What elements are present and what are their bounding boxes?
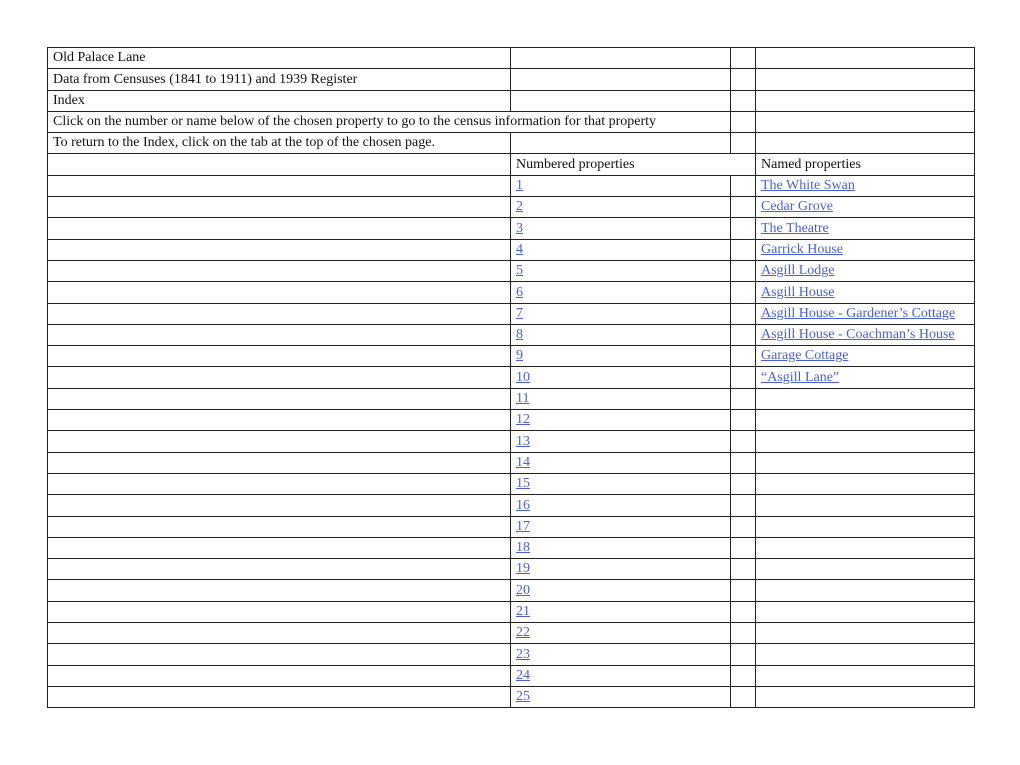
title-row: Old Palace Lane [47, 46, 975, 70]
numbered-properties-header: Numbered properties [510, 153, 756, 176]
numbered-property-link[interactable]: 10 [516, 370, 530, 385]
numbered-property-link[interactable]: 1 [516, 178, 523, 193]
property-row: 13 [47, 430, 975, 453]
named-property-link[interactable]: Garage Cottage [761, 348, 848, 363]
property-row: 23 [47, 643, 975, 666]
numbered-property-link[interactable]: 23 [516, 647, 530, 662]
property-row: 5 Asgill Lodge [47, 259, 975, 283]
property-row: 18 [47, 536, 975, 560]
property-row: 2 Cedar Grove [47, 196, 975, 219]
return-note: To return to the Index, click on the tab… [47, 132, 511, 155]
numbered-property-link[interactable]: 12 [516, 412, 530, 427]
property-row: 6 Asgill House [47, 281, 975, 304]
instruction-row: Click on the number or name below of the… [47, 110, 975, 134]
numbered-property-link[interactable]: 25 [516, 689, 530, 704]
numbered-property-link[interactable]: 2 [516, 199, 523, 214]
numbered-property-link[interactable]: 19 [516, 561, 530, 576]
named-property-link[interactable]: Asgill House - Coachman’s House [761, 327, 955, 342]
named-property-link[interactable]: Garrick House [761, 242, 843, 257]
numbered-property-link[interactable]: 18 [516, 540, 530, 555]
property-row: 14 [47, 451, 975, 474]
instruction-text: Click on the number or name below of the… [47, 110, 731, 134]
property-row: 8 Asgill House - Coachman’s House [47, 323, 975, 347]
numbered-property-link[interactable]: 16 [516, 498, 530, 513]
property-row: 15 [47, 472, 975, 496]
numbered-property-link[interactable]: 7 [516, 306, 523, 321]
numbered-property-link[interactable]: 5 [516, 263, 523, 278]
numbered-property-link[interactable]: 24 [516, 668, 530, 683]
numbered-property-link[interactable]: 13 [516, 434, 530, 449]
numbered-property-link[interactable]: 8 [516, 327, 523, 342]
property-row: 25 [47, 685, 975, 709]
numbered-property-link[interactable]: 14 [516, 455, 530, 470]
index-label: Index [47, 89, 511, 112]
property-row: 11 [47, 387, 975, 411]
subtitle-row: Data from Censuses (1841 to 1911) and 19… [47, 68, 975, 91]
property-row: 16 [47, 494, 975, 517]
return-note-row: To return to the Index, click on the tab… [47, 132, 975, 155]
named-property-link[interactable]: Cedar Grove [761, 199, 833, 214]
named-property-link[interactable]: Asgill Lodge [761, 263, 835, 278]
property-row: 22 [47, 622, 975, 645]
named-property-link[interactable]: The Theatre [761, 221, 829, 236]
numbered-property-link[interactable]: 22 [516, 625, 530, 640]
numbered-property-link[interactable]: 20 [516, 583, 530, 598]
property-row: 3 The Theatre [47, 217, 975, 240]
numbered-property-link[interactable]: 21 [516, 604, 530, 619]
sheet-subtitle: Data from Censuses (1841 to 1911) and 19… [47, 68, 511, 91]
property-row: 1 The White Swan [47, 174, 975, 198]
numbered-property-link[interactable]: 3 [516, 221, 523, 236]
property-row: 20 [47, 579, 975, 602]
property-row: 4 Garrick House [47, 238, 975, 261]
numbered-property-link[interactable]: 9 [516, 348, 523, 363]
index-label-row: Index [47, 89, 975, 112]
sheet-title: Old Palace Lane [47, 46, 511, 70]
numbered-property-link[interactable]: 4 [516, 242, 523, 257]
column-header-row: Numbered properties Named properties [47, 153, 975, 176]
property-row: 9 Garage Cottage [47, 345, 975, 368]
property-row: 19 [47, 558, 975, 581]
numbered-property-link[interactable]: 15 [516, 476, 530, 491]
numbered-property-link[interactable]: 6 [516, 285, 523, 300]
property-row: 21 [47, 600, 975, 624]
property-row: 10 “Asgill Lane” [47, 366, 975, 389]
property-row: 24 [47, 664, 975, 687]
property-row: 7 Asgill House - Gardener’s Cottage [47, 302, 975, 325]
named-property-link[interactable]: “Asgill Lane” [761, 370, 839, 385]
index-table: Old Palace Lane Data from Censuses (1841… [47, 46, 975, 709]
numbered-property-link[interactable]: 17 [516, 519, 530, 534]
named-property-link[interactable]: Asgill House [761, 285, 835, 300]
property-row: 17 [47, 515, 975, 538]
property-row: 12 [47, 409, 975, 432]
named-properties-header: Named properties [755, 153, 975, 176]
named-property-link[interactable]: Asgill House - Gardener’s Cottage [761, 306, 955, 321]
numbered-property-link[interactable]: 11 [516, 391, 529, 406]
named-property-link[interactable]: The White Swan [761, 178, 855, 193]
